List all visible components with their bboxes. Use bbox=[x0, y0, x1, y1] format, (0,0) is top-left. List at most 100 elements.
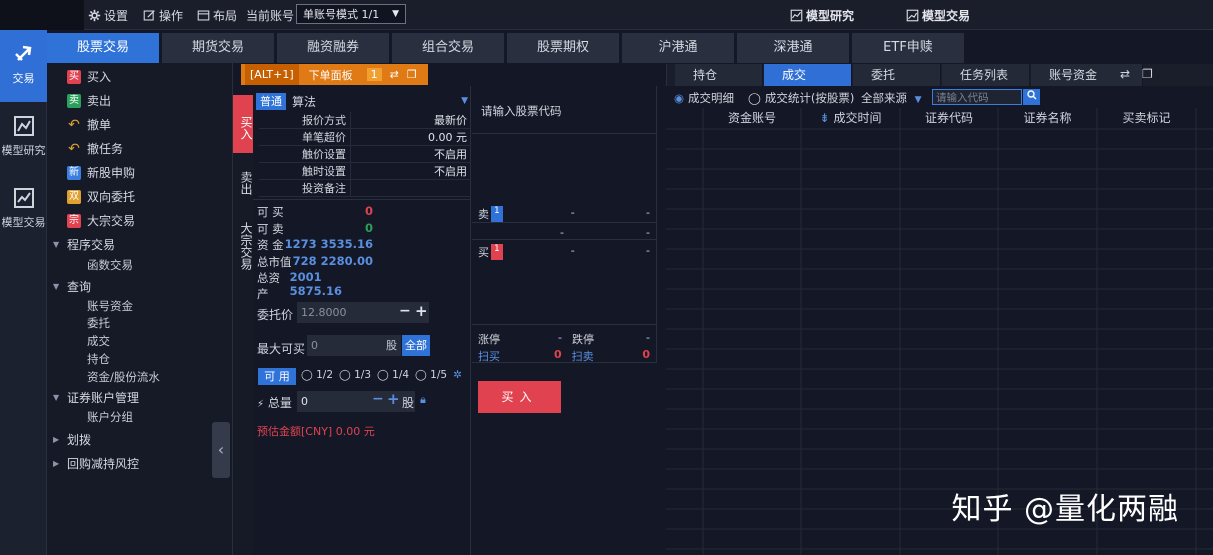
collapse-menu-button[interactable]: ‹ bbox=[212, 422, 230, 478]
menu-ipo[interactable]: 新 新股申购 bbox=[67, 164, 135, 181]
ratio-quarter[interactable]: ◯ 1/4 bbox=[377, 369, 409, 381]
ratio-fifth[interactable]: ◯ 1/5 bbox=[415, 369, 447, 381]
ratio-half[interactable]: ◯ 1/2 bbox=[301, 369, 333, 381]
swap-icon[interactable]: ⇄ bbox=[1120, 67, 1130, 81]
layout-menu[interactable]: 布局 bbox=[197, 7, 237, 24]
menu-query-trades[interactable]: 成交 bbox=[87, 333, 110, 349]
sweep-sell-label[interactable]: 扫卖 bbox=[572, 348, 594, 364]
price-mode-value: 最新价 bbox=[434, 114, 467, 127]
program-trade-label: 程序交易 bbox=[67, 238, 116, 252]
can-sell-row: 可 卖 0 bbox=[257, 221, 373, 237]
side-tab-block[interactable]: 大宗交易 bbox=[233, 207, 253, 277]
model-trade-button[interactable]: 模型交易 bbox=[906, 7, 970, 24]
tab-trades[interactable]: 成交 bbox=[764, 64, 852, 86]
over-price-row[interactable]: 单笔超价 0.00 元 bbox=[259, 129, 471, 146]
lock-icon[interactable]: 🔒︎ bbox=[420, 393, 426, 407]
tab-positions[interactable]: 持仓 bbox=[675, 64, 763, 86]
tab-orders[interactable]: 委托 bbox=[853, 64, 941, 86]
filter-stat-radio[interactable]: ◯ 成交统计(按股票) bbox=[748, 90, 854, 106]
tab-sh-hk[interactable]: 沪港通 bbox=[622, 33, 734, 63]
account-mode-select[interactable]: 单账号模式 1/1 ▼ bbox=[296, 4, 406, 24]
expand-down-icon: ▼ bbox=[53, 393, 60, 402]
available-button[interactable]: 可 用 bbox=[258, 368, 296, 385]
bid-level-1: 买 1 - - bbox=[478, 244, 650, 260]
menu-account-mgmt[interactable]: ▼ 证券账户管理 bbox=[53, 389, 139, 406]
block-badge-icon: 宗 bbox=[67, 213, 81, 228]
new-badge-icon: 新 bbox=[67, 165, 81, 180]
price-minus-button[interactable]: − bbox=[399, 303, 411, 319]
max-buy-input[interactable]: 0 股 bbox=[307, 335, 401, 356]
col-account[interactable]: 资金账号 bbox=[703, 108, 801, 129]
side-tab-buy[interactable]: 买入 bbox=[233, 95, 253, 153]
tab-futures[interactable]: 期货交易 bbox=[162, 33, 274, 63]
tab-etf[interactable]: ETF申赎 bbox=[852, 33, 964, 63]
stock-code-prompt[interactable]: 请输入股票代码 bbox=[481, 103, 562, 119]
menu-query[interactable]: ▼ 查询 bbox=[53, 278, 91, 295]
nav-model-trade[interactable]: 模型交易 bbox=[0, 186, 47, 230]
model-research-button[interactable]: 模型研究 bbox=[790, 7, 854, 24]
menu-cancel[interactable]: ↶ 撤单 bbox=[67, 116, 111, 133]
submit-buy-button[interactable]: 买入 bbox=[478, 381, 561, 413]
radio-icon: ◯ bbox=[377, 369, 389, 381]
search-button[interactable] bbox=[1023, 89, 1040, 105]
menu-query-positions[interactable]: 持仓 bbox=[87, 351, 110, 367]
tab-stock-trade[interactable]: 股票交易 bbox=[47, 33, 159, 63]
tab-sz-hk[interactable]: 深港通 bbox=[737, 33, 849, 63]
gear-icon[interactable]: ✲ bbox=[453, 369, 462, 381]
tab-portfolio[interactable]: 组合交易 bbox=[392, 33, 504, 63]
all-button[interactable]: 全部 bbox=[402, 335, 430, 356]
menu-block[interactable]: 宗 大宗交易 bbox=[67, 212, 135, 229]
menu-query-orders[interactable]: 委托 bbox=[87, 315, 110, 331]
sweep-buy-label[interactable]: 扫买 bbox=[478, 348, 500, 364]
col-trade-time[interactable]: ⇟ 成交时间 bbox=[801, 108, 900, 129]
nav-research[interactable]: 模型研究 bbox=[0, 114, 47, 158]
col-side[interactable]: 买卖标记 bbox=[1097, 108, 1196, 129]
radio-icon: ◯ bbox=[748, 91, 761, 105]
swap-icon[interactable]: ⇄ bbox=[390, 68, 399, 81]
menu-query-funds[interactable]: 账号资金 bbox=[87, 298, 133, 314]
popout-icon[interactable]: ❐ bbox=[407, 68, 417, 81]
tab-task-list[interactable]: 任务列表 bbox=[942, 64, 1030, 86]
trigger-price-row[interactable]: 触价设置 不启用 bbox=[259, 146, 471, 163]
menu-func-trade[interactable]: 函数交易 bbox=[87, 257, 133, 273]
trigger-time-row[interactable]: 触时设置 不启用 bbox=[259, 163, 471, 180]
ask-label: 卖 bbox=[478, 208, 489, 221]
ratio-third[interactable]: ◯ 1/3 bbox=[339, 369, 371, 381]
menu-query-flow[interactable]: 资金/股份流水 bbox=[87, 369, 160, 385]
qty-plus-button[interactable]: + bbox=[387, 390, 400, 408]
qty-label-group: ⚡ 总量 bbox=[257, 396, 292, 410]
operate-menu[interactable]: 操作 bbox=[143, 7, 183, 24]
settings-menu[interactable]: 设置 bbox=[88, 7, 128, 24]
menu-transfer[interactable]: ▶ 划拨 bbox=[53, 431, 91, 448]
market-value-value: 728 2280.00 bbox=[292, 254, 373, 268]
chevron-down-icon: ▼ bbox=[392, 9, 399, 19]
menu-cancel-task[interactable]: ↶ 撤任务 bbox=[67, 140, 123, 157]
price-plus-button[interactable]: + bbox=[415, 302, 428, 320]
gear-icon bbox=[88, 9, 101, 22]
price-mode-row[interactable]: 报价方式 最新价 bbox=[259, 112, 471, 129]
tab-margin[interactable]: 融资融券 bbox=[277, 33, 389, 63]
col-name[interactable]: 证券名称 bbox=[998, 108, 1097, 129]
nav-model-trade-label: 模型交易 bbox=[1, 216, 46, 229]
algo-select[interactable]: 算法 bbox=[292, 93, 316, 110]
menu-account-group[interactable]: 账户分组 bbox=[87, 409, 133, 425]
col-code[interactable]: 证券代码 bbox=[900, 108, 998, 129]
menu-sell[interactable]: 卖 卖出 bbox=[67, 92, 111, 109]
menu-dual[interactable]: 双 双向委托 bbox=[67, 188, 135, 205]
estimate-amount: 预估金额[CNY] 0.00 元 bbox=[257, 425, 375, 438]
side-tab-sell[interactable]: 卖出 bbox=[233, 157, 253, 201]
chevron-down-icon[interactable]: ▼ bbox=[461, 96, 468, 106]
menu-buy[interactable]: 买 买入 bbox=[67, 68, 111, 85]
qty-minus-button[interactable]: − bbox=[372, 391, 384, 407]
menu-repo-risk[interactable]: ▶ 回购减持风控 bbox=[53, 455, 139, 472]
invest-note-row[interactable]: 投资备注 bbox=[259, 180, 471, 197]
tab-options[interactable]: 股票期权 bbox=[507, 33, 619, 63]
expand-right-icon: ▶ bbox=[53, 459, 60, 468]
source-select[interactable]: 全部来源 ▼ bbox=[861, 90, 922, 106]
code-search-input[interactable]: 请输入代码 bbox=[932, 89, 1022, 105]
normal-tab[interactable]: 普通 bbox=[256, 92, 286, 110]
filter-detail-radio[interactable]: ◉ 成交明细 bbox=[674, 90, 734, 106]
menu-program-trade[interactable]: ▼ 程序交易 bbox=[53, 236, 115, 253]
popout-icon[interactable]: ❐ bbox=[1142, 67, 1153, 81]
nav-trade[interactable]: 交易 bbox=[0, 30, 47, 102]
